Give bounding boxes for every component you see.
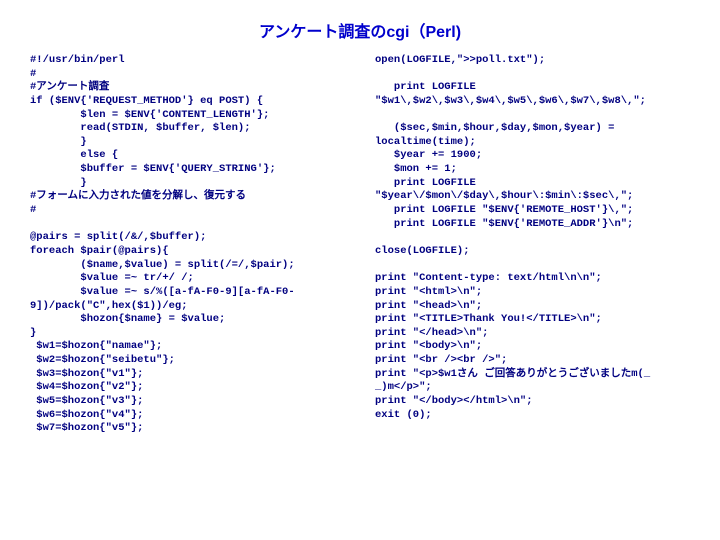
code-column-left: #!/usr/bin/perl # #アンケート調査 if ($ENV{'REQ… (30, 54, 345, 436)
code-container: #!/usr/bin/perl # #アンケート調査 if ($ENV{'REQ… (0, 54, 720, 436)
page-title: アンケート調査のcgi（Perl) (0, 0, 720, 54)
code-column-right: open(LOGFILE,">>poll.txt"); print LOGFIL… (375, 54, 690, 436)
